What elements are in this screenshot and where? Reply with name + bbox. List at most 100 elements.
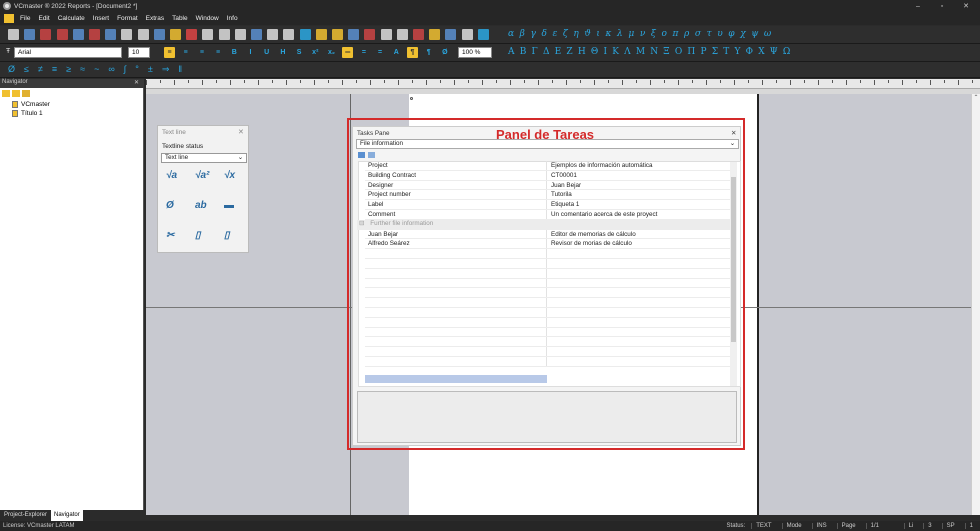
bold-icon[interactable]: B [229, 47, 240, 58]
menu-info[interactable]: Info [227, 15, 238, 22]
page-setup-icon[interactable] [461, 29, 473, 40]
greek-capital-button[interactable]: Χ [758, 47, 764, 57]
paste-icon[interactable]: ▯ [224, 230, 244, 250]
textline-select[interactable]: Text line ⌄ [161, 153, 247, 163]
horizontal-ruler[interactable] [146, 79, 980, 89]
greek-letter-button[interactable]: ρ [684, 29, 689, 39]
menu-table[interactable]: Table [172, 15, 188, 22]
math-symbol-button[interactable]: ‖ [178, 64, 182, 75]
print-icon[interactable] [89, 29, 100, 40]
vertical-scrollbar[interactable]: ⌃ [971, 94, 980, 515]
equals-icon[interactable]: = [358, 47, 369, 58]
greek-capital-button[interactable]: Ν [650, 47, 658, 57]
menu-insert[interactable]: Insert [93, 15, 109, 22]
greek-capital-button[interactable]: Ζ [566, 47, 572, 57]
greek-capital-button[interactable]: Τ [723, 47, 729, 57]
sqrt-a-icon[interactable]: √a [166, 170, 186, 190]
refresh-icon[interactable] [22, 90, 30, 97]
greek-capital-button[interactable]: Ξ [663, 47, 669, 57]
math-symbol-button[interactable]: ° [135, 64, 139, 75]
greek-letter-button[interactable]: φ [728, 29, 734, 39]
greek-capital-button[interactable]: Ρ [700, 47, 706, 57]
math-symbol-button[interactable]: ≤ [24, 64, 29, 75]
math-symbol-button[interactable]: Ø [8, 64, 15, 75]
math-symbol-button[interactable]: ∫ [124, 64, 126, 75]
math-symbol-button[interactable]: ≡ [52, 64, 57, 75]
greek-letter-button[interactable]: ν [640, 29, 645, 39]
insert-chart-icon[interactable] [267, 29, 279, 40]
sqrt-x-icon[interactable]: √x [224, 170, 244, 190]
tree-item-vcmaster[interactable]: VCmaster [12, 101, 50, 108]
insert-object-icon[interactable] [332, 29, 343, 40]
heading-icon[interactable]: H [277, 47, 288, 58]
paragraph-mark-icon[interactable]: ¶ [407, 47, 418, 58]
sqrt-a-squared-icon[interactable]: √a² [195, 170, 215, 190]
insert-formula-icon[interactable] [299, 29, 311, 40]
greek-letter-button[interactable]: ε [552, 29, 557, 39]
tools-icon[interactable] [413, 29, 424, 40]
strikethrough-icon[interactable]: S [294, 47, 305, 58]
greek-capital-button[interactable]: Υ [734, 47, 740, 57]
settings-icon[interactable] [380, 29, 392, 40]
sum-icon[interactable] [364, 29, 376, 40]
greek-capital-button[interactable]: Γ [532, 47, 538, 57]
format-painter-icon[interactable] [186, 29, 198, 40]
pilcrow-icon[interactable]: ¶ [423, 47, 434, 58]
textline-close-icon[interactable]: ✕ [238, 128, 244, 136]
greek-letter-button[interactable]: ι [596, 29, 600, 39]
undo-icon[interactable] [202, 29, 214, 40]
math-symbol-button[interactable]: ≠ [38, 64, 43, 75]
tree-item-titulo[interactable]: Título 1 [12, 110, 43, 117]
app-menu-icon[interactable] [4, 14, 14, 23]
replace-icon[interactable] [234, 29, 246, 40]
help-icon[interactable] [477, 29, 489, 40]
greek-capital-button[interactable]: Ε [555, 47, 562, 57]
justify-icon[interactable]: ≡ [213, 47, 224, 58]
greek-capital-button[interactable]: Π [687, 47, 695, 57]
diameter-icon[interactable]: Ø [439, 47, 450, 58]
italic-icon[interactable]: I [245, 47, 256, 58]
split-line-icon[interactable]: ▬ [224, 200, 244, 220]
copy-icon[interactable] [153, 29, 165, 40]
menu-file[interactable]: File [20, 15, 30, 22]
greek-letter-button[interactable]: σ [695, 29, 701, 39]
greek-capital-button[interactable]: Ο [675, 47, 682, 57]
zoom-select[interactable]: 100 % [458, 47, 492, 58]
greek-letter-button[interactable]: ω [764, 29, 771, 39]
greek-letter-button[interactable]: ψ [751, 29, 758, 39]
navigator-close-icon[interactable]: ✕ [134, 79, 139, 86]
greek-capital-button[interactable]: Λ [624, 47, 631, 57]
greek-capital-button[interactable]: Σ [712, 47, 718, 57]
check-icon[interactable] [396, 29, 408, 40]
greek-letter-button[interactable]: υ [717, 29, 722, 39]
close-button[interactable]: ✕ [954, 0, 978, 12]
abc-edit-icon[interactable]: ab [195, 200, 215, 220]
collapse-icon[interactable] [12, 90, 20, 97]
greek-letter-button[interactable]: ο [661, 29, 666, 39]
find-icon[interactable] [218, 29, 230, 40]
font-family-select[interactable]: Arial [14, 47, 122, 58]
spell-check-icon[interactable] [121, 29, 133, 40]
math-symbol-button[interactable]: ± [148, 64, 153, 75]
scroll-up-icon[interactable]: ⌃ [972, 94, 980, 101]
greek-capital-button[interactable]: Β [520, 47, 527, 57]
save-icon[interactable] [40, 29, 52, 40]
greek-letter-button[interactable]: χ [740, 29, 745, 39]
cut-icon[interactable] [137, 29, 149, 40]
math-symbol-button[interactable]: ∞ [108, 64, 114, 75]
calculate-icon[interactable] [348, 29, 360, 40]
menu-format[interactable]: Format [117, 15, 138, 22]
copy-icon[interactable]: ▯ [195, 230, 215, 250]
minimize-button[interactable]: – [906, 0, 930, 12]
greek-letter-button[interactable]: ζ [563, 29, 568, 39]
greek-capital-button[interactable]: Η [578, 47, 586, 57]
pdf-icon[interactable] [56, 29, 68, 40]
new-document-icon[interactable] [8, 29, 19, 40]
subscript-icon[interactable]: x₂ [326, 47, 337, 58]
link-icon[interactable] [445, 29, 457, 40]
greek-capital-button[interactable]: Δ [543, 47, 550, 57]
greek-capital-button[interactable]: Θ [591, 47, 598, 57]
bookmark-icon[interactable] [429, 29, 441, 40]
equals-alt-icon[interactable]: = [375, 47, 386, 58]
greek-letter-button[interactable]: η [573, 29, 578, 39]
